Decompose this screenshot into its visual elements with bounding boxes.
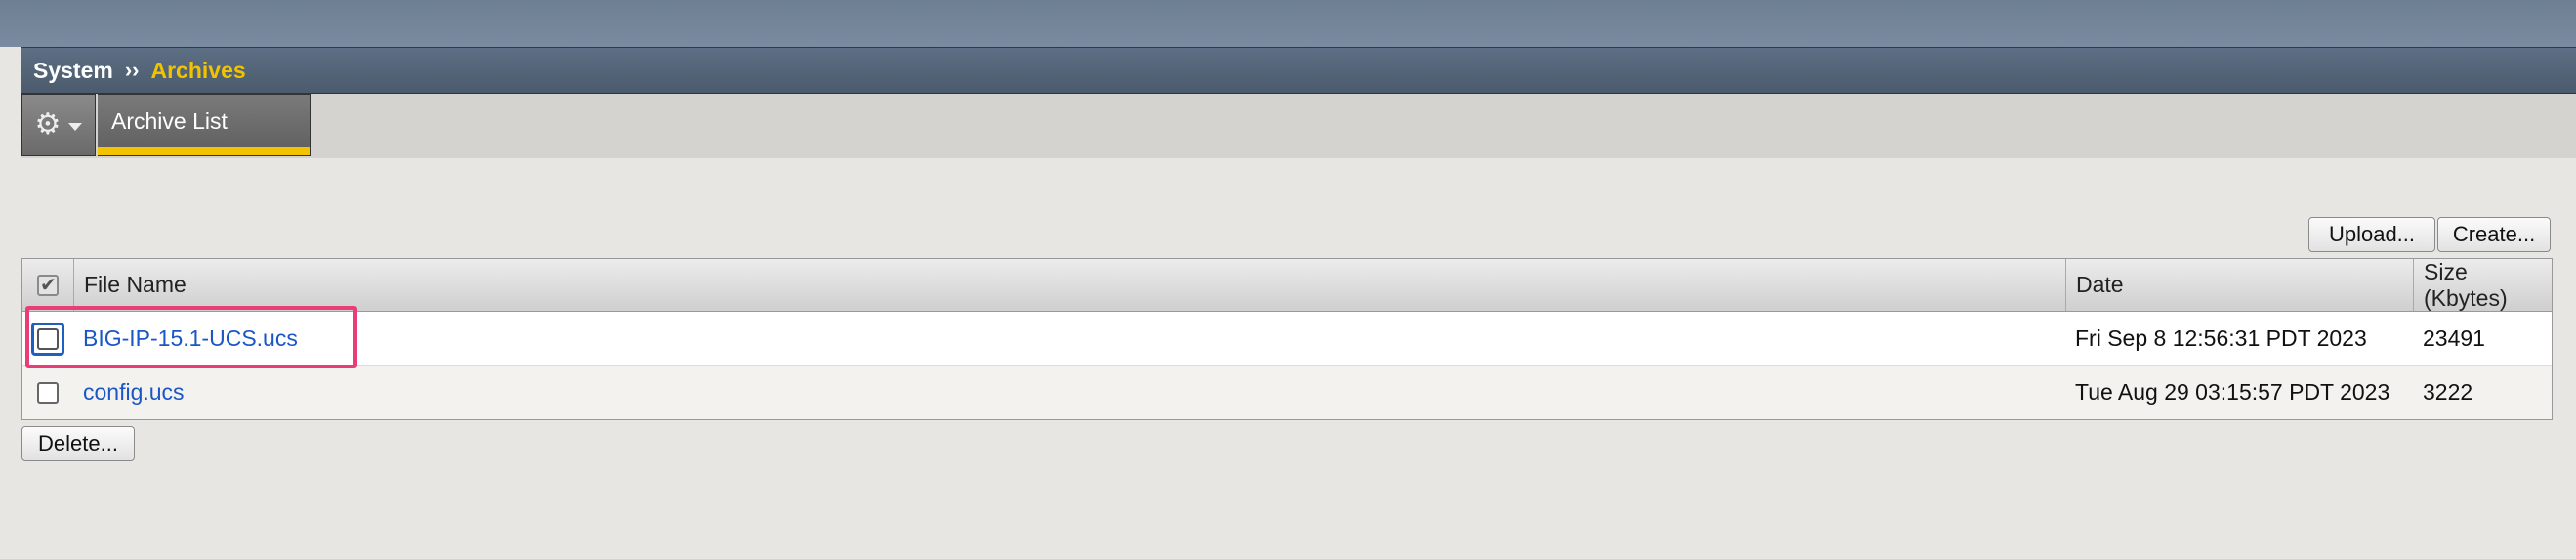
row-checkbox[interactable] [37, 381, 59, 404]
row-checkbox[interactable] [37, 327, 59, 350]
archive-table: File Name Date Size (Kbytes) BIG-IP-15.1… [21, 258, 2553, 420]
select-all-checkbox[interactable] [37, 273, 59, 297]
column-header-file-name[interactable]: File Name [73, 259, 2065, 311]
breadcrumb-current: Archives [150, 57, 246, 83]
delete-button[interactable]: Delete... [21, 426, 135, 461]
tab-menu-button[interactable]: ⚙ [21, 94, 96, 156]
active-tab-indicator [98, 147, 310, 155]
file-size: 23491 [2423, 325, 2485, 351]
table-header: File Name Date Size (Kbytes) [22, 259, 2552, 312]
row-select-cell [22, 312, 73, 366]
breadcrumb: System ›› Archives [21, 47, 2576, 94]
checkbox-focus-ring [31, 322, 64, 356]
file-size: 3222 [2423, 379, 2473, 405]
row-select-cell [22, 366, 73, 419]
tab-archive-list[interactable]: Archive List [98, 94, 311, 156]
column-header-size[interactable]: Size (Kbytes) [2413, 259, 2552, 311]
upload-button[interactable]: Upload... [2308, 217, 2435, 252]
chevron-down-icon [68, 123, 83, 131]
file-date: Fri Sep 8 12:56:31 PDT 2023 [2075, 325, 2367, 351]
breadcrumb-system[interactable]: System [33, 58, 113, 84]
column-header-date[interactable]: Date [2065, 259, 2413, 311]
table-row: BIG-IP-15.1-UCS.ucs Fri Sep 8 12:56:31 P… [22, 312, 2552, 366]
select-all-cell [22, 259, 73, 311]
gear-icon: ⚙ [34, 108, 62, 141]
file-name-link[interactable]: config.ucs [83, 366, 185, 419]
file-name-link[interactable]: BIG-IP-15.1-UCS.ucs [83, 312, 298, 366]
top-banner [0, 0, 2576, 47]
breadcrumb-separator: ›› [124, 58, 140, 82]
table-row: config.ucs Tue Aug 29 03:15:57 PDT 2023 … [22, 366, 2552, 419]
file-date: Tue Aug 29 03:15:57 PDT 2023 [2075, 379, 2390, 405]
tab-archive-list-label: Archive List [111, 108, 228, 134]
create-button[interactable]: Create... [2437, 217, 2551, 252]
tab-strip: ⚙ Archive List [21, 94, 2576, 158]
